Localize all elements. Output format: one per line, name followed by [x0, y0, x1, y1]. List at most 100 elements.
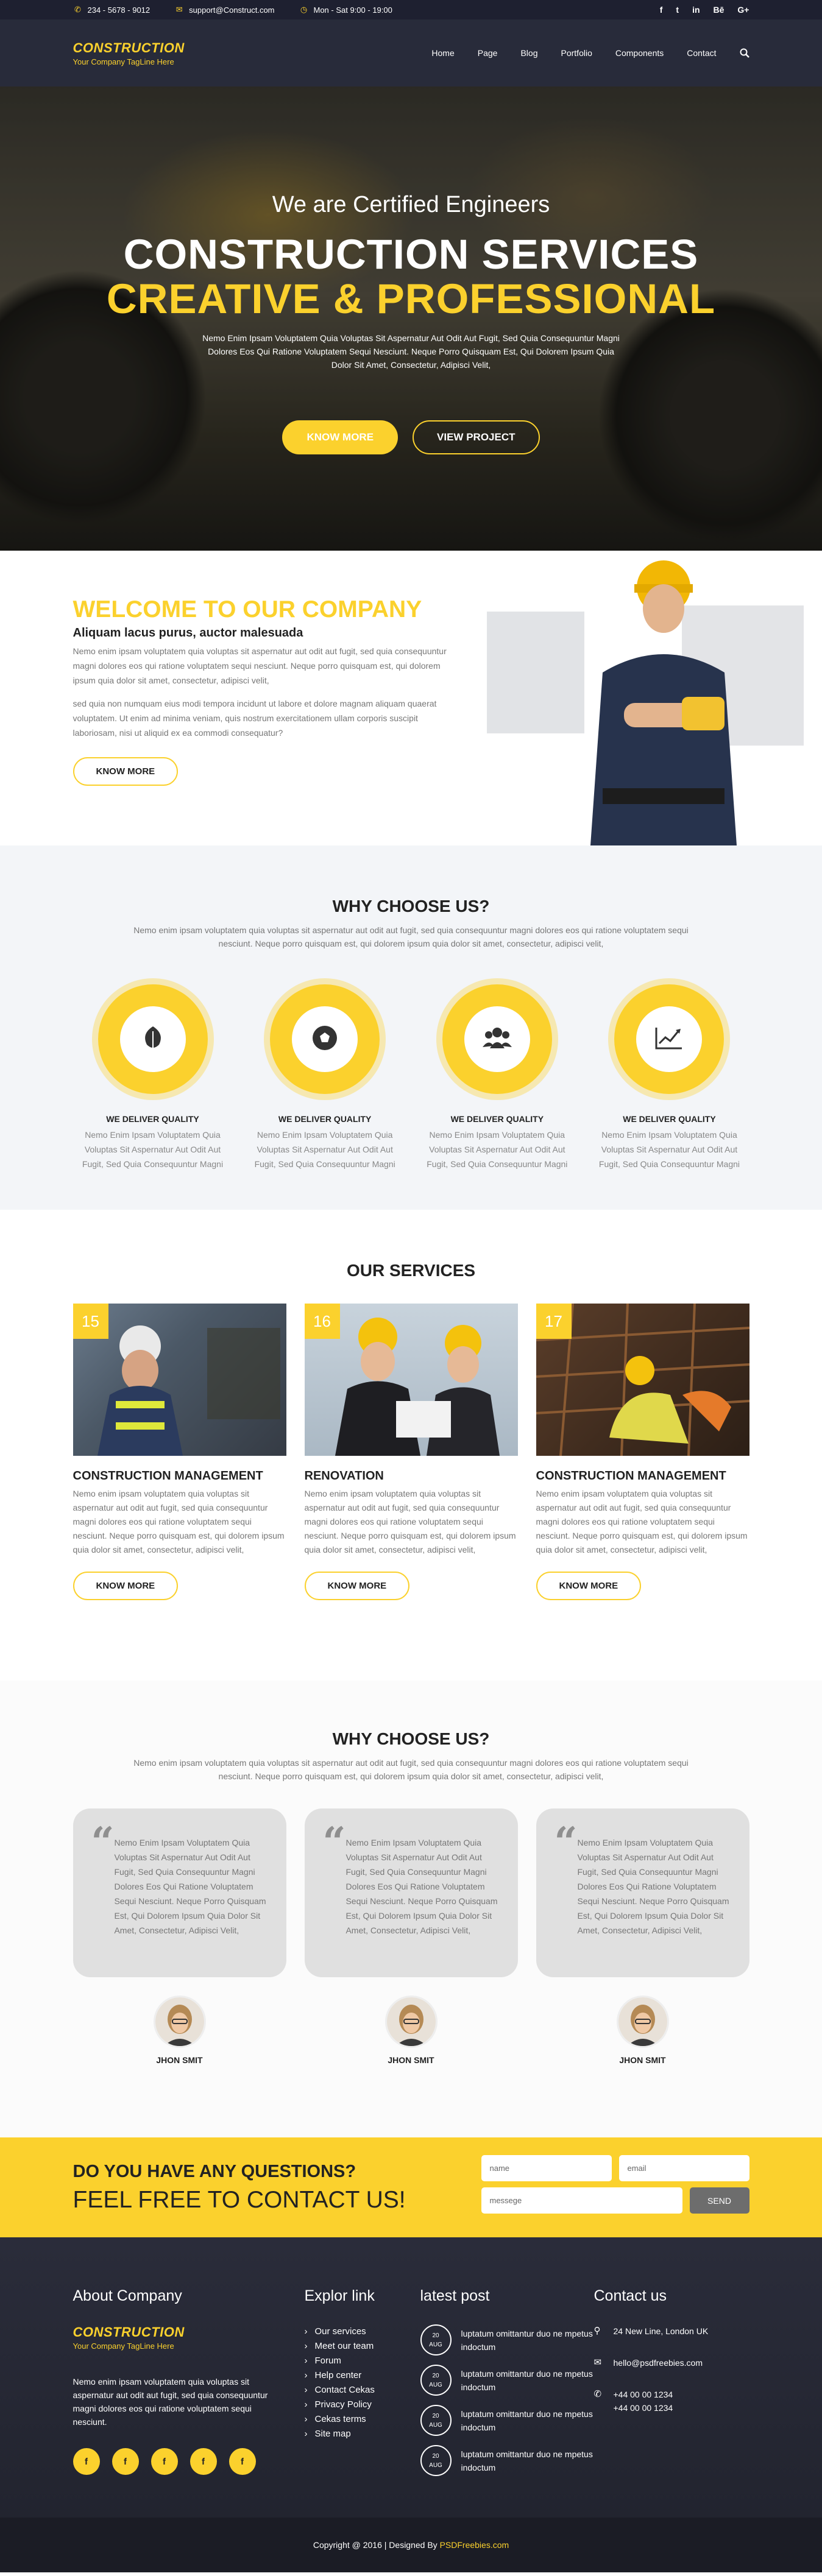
- service-number: 17: [536, 1304, 572, 1339]
- avatar: [384, 1996, 438, 2048]
- phone-icon: ✆: [74, 5, 81, 14]
- service-know-more-button[interactable]: KNOW MORE: [304, 1572, 410, 1600]
- footer-link[interactable]: Our services: [305, 2324, 420, 2339]
- footer-logo-tagline: Your Company TagLine Here: [73, 2341, 174, 2351]
- footer-contact-title: Contact us: [593, 2287, 667, 2304]
- topbar-hours: ◷ Mon - Sat 9:00 - 19:00: [299, 5, 392, 15]
- service-title: RENOVATION: [304, 1469, 384, 1483]
- send-button[interactable]: SEND: [689, 2187, 749, 2214]
- hero-subtitle: We are Certified Engineers: [272, 192, 550, 217]
- facebook-icon[interactable]: f: [190, 2448, 217, 2475]
- footer-post[interactable]: 20 AUG luptatum omittantur duo ne mpetus …: [420, 2324, 594, 2355]
- footer-link[interactable]: Forum: [305, 2354, 420, 2368]
- post-title: luptatum omittantur duo ne mpetus indoct…: [461, 2408, 593, 2432]
- nav-blog[interactable]: Blog: [520, 48, 537, 58]
- engineer-image: [481, 551, 822, 845]
- service-know-more-button[interactable]: KNOW MORE: [536, 1572, 642, 1600]
- service-title: CONSTRUCTION MANAGEMENT: [73, 1469, 263, 1483]
- nav-components[interactable]: Components: [615, 48, 664, 58]
- clock-icon: ◷: [300, 5, 308, 14]
- service-number: 16: [304, 1304, 340, 1339]
- header: CONSTRUCTION Your Company TagLine Here H…: [0, 19, 822, 86]
- nav-home[interactable]: Home: [431, 48, 454, 58]
- feature-text: Nemo Enim Ipsam Voluptatem Quia Voluptas…: [427, 1130, 568, 1169]
- logo[interactable]: CONSTRUCTION Your Company TagLine Here: [73, 40, 185, 66]
- quote-icon: “: [554, 1818, 578, 1866]
- testimonial-name: JHON SMIT: [156, 2055, 203, 2065]
- welcome-know-more-button[interactable]: KNOW MORE: [73, 757, 179, 786]
- service-know-more-button[interactable]: KNOW MORE: [73, 1572, 179, 1600]
- avatar: [153, 1996, 206, 2048]
- footer-logo-title[interactable]: CONSTRUCTION: [73, 2324, 305, 2340]
- facebook-icon[interactable]: f: [151, 2448, 178, 2475]
- hero-section: We are Certified Engineers CONSTRUCTION …: [0, 86, 822, 551]
- welcome-paragraph-1: Nemo enim ipsam voluptatem quia voluptas…: [73, 646, 447, 685]
- footer-links: Our services Meet our team Forum Help ce…: [305, 2324, 420, 2441]
- welcome-title: WELCOME TO OUR COMPANY: [73, 596, 422, 623]
- testimonial-card: “Nemo Enim Ipsam Voluptatem Quia Volupta…: [304, 1808, 518, 2065]
- services-section: OUR SERVICES 15 CONSTRUCTION MANAGEMENT …: [0, 1210, 822, 1681]
- welcome-paragraph-2: sed quia non numquam eius modi tempora i…: [73, 699, 437, 738]
- testimonial-text: Nemo Enim Ipsam Voluptatem Quia Voluptas…: [345, 1838, 498, 1935]
- welcome-section: WELCOME TO OUR COMPANY Aliquam lacus pur…: [0, 551, 822, 845]
- feature-text: Nemo Enim Ipsam Voluptatem Quia Voluptas…: [82, 1130, 224, 1169]
- search-icon[interactable]: [740, 48, 749, 58]
- testimonial-card: “Nemo Enim Ipsam Voluptatem Quia Volupta…: [73, 1808, 286, 2065]
- footer-post[interactable]: 20 AUG luptatum omittantur duo ne mpetus …: [420, 2365, 594, 2396]
- twitter-icon[interactable]: t: [676, 5, 679, 15]
- nav-page[interactable]: Page: [478, 48, 498, 58]
- post-date: 20 AUG: [420, 2405, 452, 2436]
- google-plus-icon[interactable]: G+: [737, 5, 749, 15]
- group-icon: [481, 1024, 513, 1055]
- facebook-icon[interactable]: f: [73, 2448, 100, 2475]
- contact-title: DO YOU HAVE ANY QUESTIONS?: [73, 2161, 356, 2181]
- nav-contact[interactable]: Contact: [687, 48, 716, 58]
- footer-posts-title: latest post: [420, 2287, 490, 2304]
- contact-subtitle: FEEL FREE TO CONTACT US!: [73, 2186, 406, 2213]
- avatar: [616, 1996, 669, 2048]
- service-text: Nemo enim ipsam voluptatem quia voluptas…: [73, 1489, 285, 1554]
- topbar-email[interactable]: ✉ support@Construct.com: [174, 5, 275, 15]
- service-number: 15: [73, 1304, 108, 1339]
- logo-title: CONSTRUCTION: [73, 40, 185, 55]
- topbar-social: f t in Bē G+: [647, 5, 749, 15]
- footer-link[interactable]: Help center: [305, 2368, 420, 2383]
- mail-icon: ✉: [593, 2357, 602, 2368]
- nav-portfolio[interactable]: Portfolio: [561, 48, 592, 58]
- footer-post[interactable]: 20 AUG luptatum omittantur duo ne mpetus …: [420, 2445, 594, 2476]
- quote-icon: “: [91, 1818, 115, 1866]
- footer-email[interactable]: ✉ hello@psdfreebies.com: [594, 2356, 749, 2370]
- footer-link[interactable]: Meet our team: [305, 2339, 420, 2354]
- footer-post[interactable]: 20 AUG luptatum omittantur duo ne mpetus …: [420, 2405, 594, 2436]
- service-text: Nemo enim ipsam voluptatem quia voluptas…: [536, 1489, 748, 1554]
- linkedin-icon[interactable]: in: [692, 5, 700, 15]
- facebook-icon[interactable]: f: [229, 2448, 256, 2475]
- feature-title: WE DELIVER QUALITY: [623, 1114, 716, 1124]
- behance-icon[interactable]: Bē: [714, 5, 725, 15]
- hero-know-more-button[interactable]: KNOW MORE: [282, 420, 399, 454]
- footer-link[interactable]: Contact Cekas: [305, 2383, 420, 2398]
- footer-about-title: About Company: [73, 2287, 182, 2304]
- hero-text: Nemo Enim Ipsam Voluptatem Quia Voluptas…: [202, 333, 620, 370]
- facebook-icon[interactable]: f: [112, 2448, 139, 2475]
- facebook-icon[interactable]: f: [660, 5, 663, 15]
- feature-title: WE DELIVER QUALITY: [106, 1114, 199, 1124]
- email-input[interactable]: email: [618, 2155, 749, 2181]
- service-card: 16 RENOVATION Nemo enim ipsam voluptatem…: [304, 1304, 518, 1600]
- footer-social: f f f f f: [73, 2448, 305, 2475]
- copyright-text: Copyright @ 2016 | Designed By: [313, 2540, 438, 2550]
- footer-link[interactable]: Cekas terms: [305, 2412, 420, 2427]
- footer-link[interactable]: Site map: [305, 2427, 420, 2441]
- copyright-brand-link[interactable]: PSDFreebies.com: [440, 2540, 509, 2550]
- testimonial-text: Nemo Enim Ipsam Voluptatem Quia Voluptas…: [114, 1838, 266, 1935]
- soccer-ball-icon: [311, 1024, 339, 1055]
- hero-view-project-button[interactable]: VIEW PROJECT: [413, 420, 540, 454]
- post-title: luptatum omittantur duo ne mpetus indoct…: [461, 2328, 593, 2352]
- footer-link[interactable]: Privacy Policy: [305, 2398, 420, 2412]
- name-input[interactable]: name: [481, 2155, 612, 2181]
- message-input[interactable]: messege: [481, 2187, 682, 2214]
- why-choose-us-section: WHY CHOOSE US? Nemo enim ipsam voluptate…: [0, 845, 822, 1210]
- feature-text: Nemo Enim Ipsam Voluptatem Quia Voluptas…: [598, 1130, 740, 1169]
- contact-banner: DO YOU HAVE ANY QUESTIONS? FEEL FREE TO …: [0, 2137, 822, 2237]
- testimonial-name: JHON SMIT: [388, 2055, 434, 2065]
